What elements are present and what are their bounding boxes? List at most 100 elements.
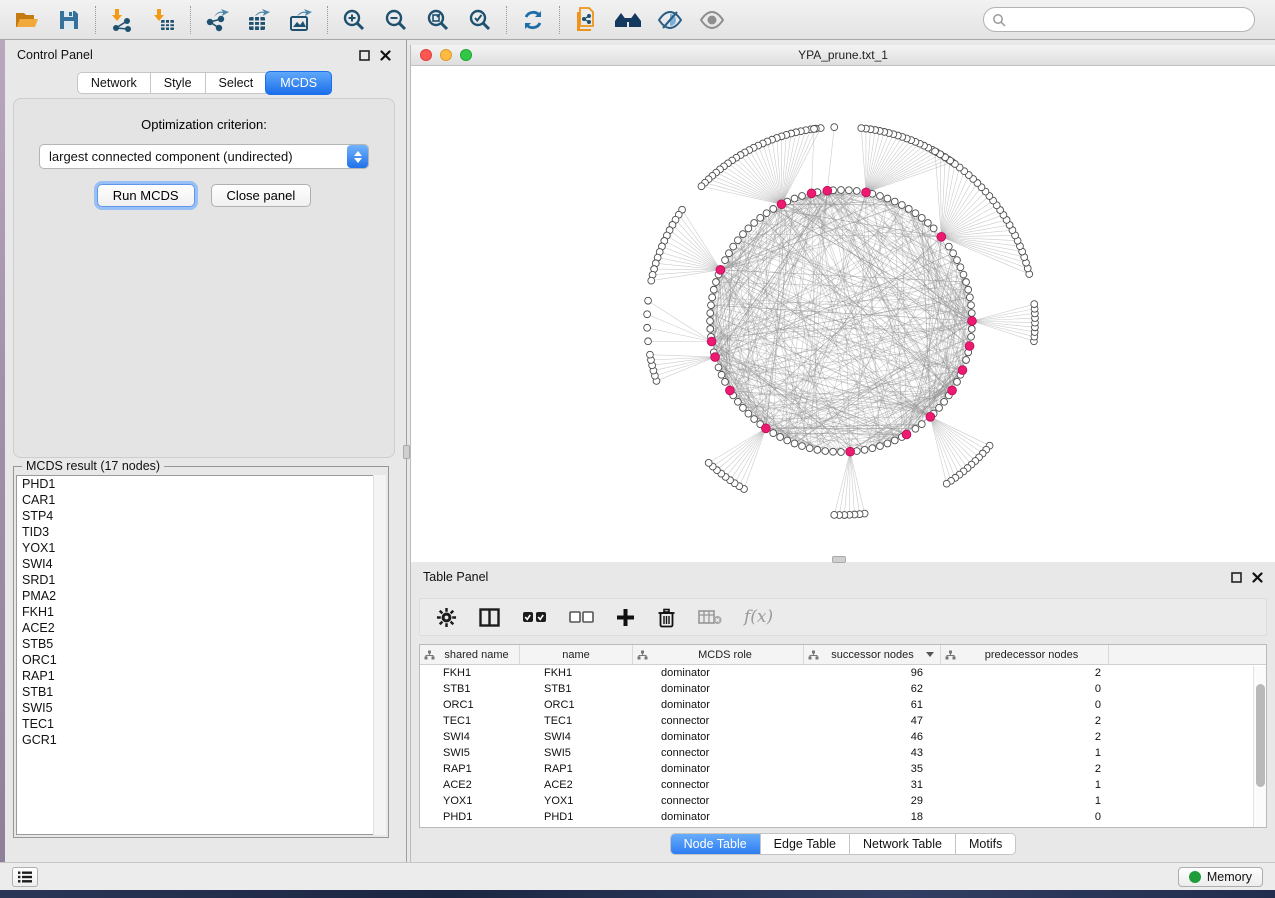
- table-row[interactable]: ACE2ACE2connector311: [420, 777, 1266, 793]
- mcds-result-item[interactable]: PMA2: [17, 588, 385, 604]
- table-row[interactable]: SWI5SWI5connector431: [420, 745, 1266, 761]
- table-tabs: Node Table Edge Table Network Table Moti…: [670, 833, 1017, 855]
- mcds-result-scrollbar[interactable]: [373, 475, 386, 835]
- open-session-button[interactable]: [6, 3, 48, 37]
- column-header-mcds-role[interactable]: MCDS role: [633, 645, 804, 664]
- optimization-criterion-label: Optimization criterion:: [14, 117, 394, 132]
- export-table-button[interactable]: [238, 3, 280, 37]
- search-field[interactable]: [983, 7, 1255, 32]
- status-bar: Memory: [0, 862, 1275, 890]
- eye-icon: [699, 9, 725, 31]
- mcds-result-item[interactable]: TID3: [17, 524, 385, 540]
- delete-column-trash-icon[interactable]: [657, 607, 676, 628]
- tab-node-table[interactable]: Node Table: [671, 834, 761, 854]
- desktop-wallpaper-bottom: [0, 890, 1275, 898]
- column-header-predecessor-nodes[interactable]: predecessor nodes: [941, 645, 1109, 664]
- mcds-result-item[interactable]: SWI5: [17, 700, 385, 716]
- show-columns-icon[interactable]: [479, 608, 500, 627]
- mcds-result-item[interactable]: ORC1: [17, 652, 385, 668]
- vertical-splitter-handle[interactable]: [403, 445, 410, 459]
- select-stepper-icon: [347, 145, 368, 168]
- vertical-splitter[interactable]: [403, 40, 410, 862]
- tab-edge-table[interactable]: Edge Table: [761, 834, 850, 854]
- zoom-in-button[interactable]: [333, 3, 375, 37]
- mcds-result-item[interactable]: STB5: [17, 636, 385, 652]
- column-type-icon: [945, 650, 956, 660]
- float-table-panel-icon[interactable]: [1231, 572, 1242, 583]
- memory-button[interactable]: Memory: [1178, 867, 1263, 887]
- tab-mcds[interactable]: MCDS: [265, 71, 332, 95]
- zoom-fit-button[interactable]: [417, 3, 459, 37]
- function-builder-fx-icon: f(x): [744, 607, 773, 627]
- mcds-result-item[interactable]: TEC1: [17, 716, 385, 732]
- mcds-result-item[interactable]: RAP1: [17, 668, 385, 684]
- column-header-successor-nodes[interactable]: successor nodes: [804, 645, 941, 664]
- table-row[interactable]: TEC1TEC1connector472: [420, 713, 1266, 729]
- table-row[interactable]: SWI4SWI4dominator462: [420, 729, 1266, 745]
- tab-network[interactable]: Network: [77, 72, 150, 94]
- zoom-selected-button[interactable]: [459, 3, 501, 37]
- tab-motifs[interactable]: Motifs: [956, 834, 1015, 854]
- memory-label: Memory: [1207, 870, 1252, 884]
- mcds-result-item[interactable]: STP4: [17, 508, 385, 524]
- toolbar-separator: [95, 6, 96, 34]
- network-window-titlebar[interactable]: YPA_prune.txt_1: [411, 45, 1275, 66]
- mcds-result-item[interactable]: YOX1: [17, 540, 385, 556]
- close-table-panel-icon[interactable]: [1252, 572, 1263, 583]
- tab-select[interactable]: Select: [205, 72, 267, 94]
- zoom-out-button[interactable]: [375, 3, 417, 37]
- hide-selected-button[interactable]: [649, 3, 691, 37]
- column-header-shared-name[interactable]: shared name: [420, 645, 520, 664]
- new-network-from-selection-button[interactable]: [565, 3, 607, 37]
- column-header-name[interactable]: name: [520, 645, 633, 664]
- select-all-columns-icon[interactable]: [522, 611, 547, 624]
- close-panel-button[interactable]: Close panel: [211, 184, 312, 207]
- export-network-button[interactable]: [196, 3, 238, 37]
- float-panel-icon[interactable]: [359, 50, 370, 61]
- run-mcds-button[interactable]: Run MCDS: [97, 184, 195, 207]
- mcds-result-item[interactable]: CAR1: [17, 492, 385, 508]
- mcds-result-item[interactable]: PHD1: [17, 476, 385, 492]
- table-row[interactable]: STB1STB1dominator620: [420, 681, 1266, 697]
- import-table-icon: [152, 8, 176, 32]
- import-table-button[interactable]: [143, 3, 185, 37]
- save-session-button[interactable]: [48, 3, 90, 37]
- zoom-out-icon: [384, 8, 408, 32]
- column-header-filler: [1109, 645, 1266, 664]
- table-row[interactable]: YOX1YOX1connector291: [420, 793, 1266, 809]
- mcds-result-item[interactable]: SWI4: [17, 556, 385, 572]
- tab-style[interactable]: Style: [150, 72, 205, 94]
- mcds-result-item[interactable]: SRD1: [17, 572, 385, 588]
- search-input[interactable]: [1011, 13, 1246, 27]
- table-row[interactable]: FKH1FKH1dominator962: [420, 665, 1266, 681]
- import-network-button[interactable]: [101, 3, 143, 37]
- task-history-button[interactable]: [12, 867, 38, 887]
- horizontal-splitter-handle[interactable]: [832, 556, 846, 563]
- mcds-result-item[interactable]: ACE2: [17, 620, 385, 636]
- mcds-result-item[interactable]: STB1: [17, 684, 385, 700]
- first-neighbors-button[interactable]: [607, 3, 649, 37]
- table-vertical-scrollbar[interactable]: [1253, 666, 1266, 827]
- table-row[interactable]: RAP1RAP1dominator352: [420, 761, 1266, 777]
- mcds-result-item[interactable]: GCR1: [17, 732, 385, 748]
- table-row[interactable]: ORC1ORC1dominator610: [420, 697, 1266, 713]
- close-panel-icon[interactable]: [380, 50, 391, 61]
- refresh-button[interactable]: [512, 3, 554, 37]
- mcds-result-item[interactable]: FKH1: [17, 604, 385, 620]
- chevron-down-icon[interactable]: [926, 652, 934, 657]
- tab-network-table[interactable]: Network Table: [850, 834, 956, 854]
- export-image-button[interactable]: [280, 3, 322, 37]
- table-row[interactable]: PHD1PHD1dominator180: [420, 809, 1266, 825]
- table-settings-gear-icon[interactable]: [436, 607, 457, 628]
- network-canvas[interactable]: [411, 66, 1275, 561]
- unselect-all-columns-icon[interactable]: [569, 611, 594, 624]
- mcds-result-list[interactable]: PHD1CAR1STP4TID3YOX1SWI4SRD1PMA2FKH1ACE2…: [16, 475, 386, 835]
- create-column-plus-icon[interactable]: [616, 608, 635, 627]
- network-view-window: YPA_prune.txt_1: [410, 45, 1275, 562]
- refresh-icon: [521, 8, 545, 32]
- control-panel-title: Control Panel: [17, 48, 93, 62]
- optimization-criterion-select[interactable]: largest connected component (undirected): [39, 144, 369, 169]
- node-table-body: FKH1FKH1dominator962STB1STB1dominator620…: [420, 665, 1266, 825]
- table-scrollbar-thumb[interactable]: [1256, 684, 1265, 787]
- show-all-button[interactable]: [691, 3, 733, 37]
